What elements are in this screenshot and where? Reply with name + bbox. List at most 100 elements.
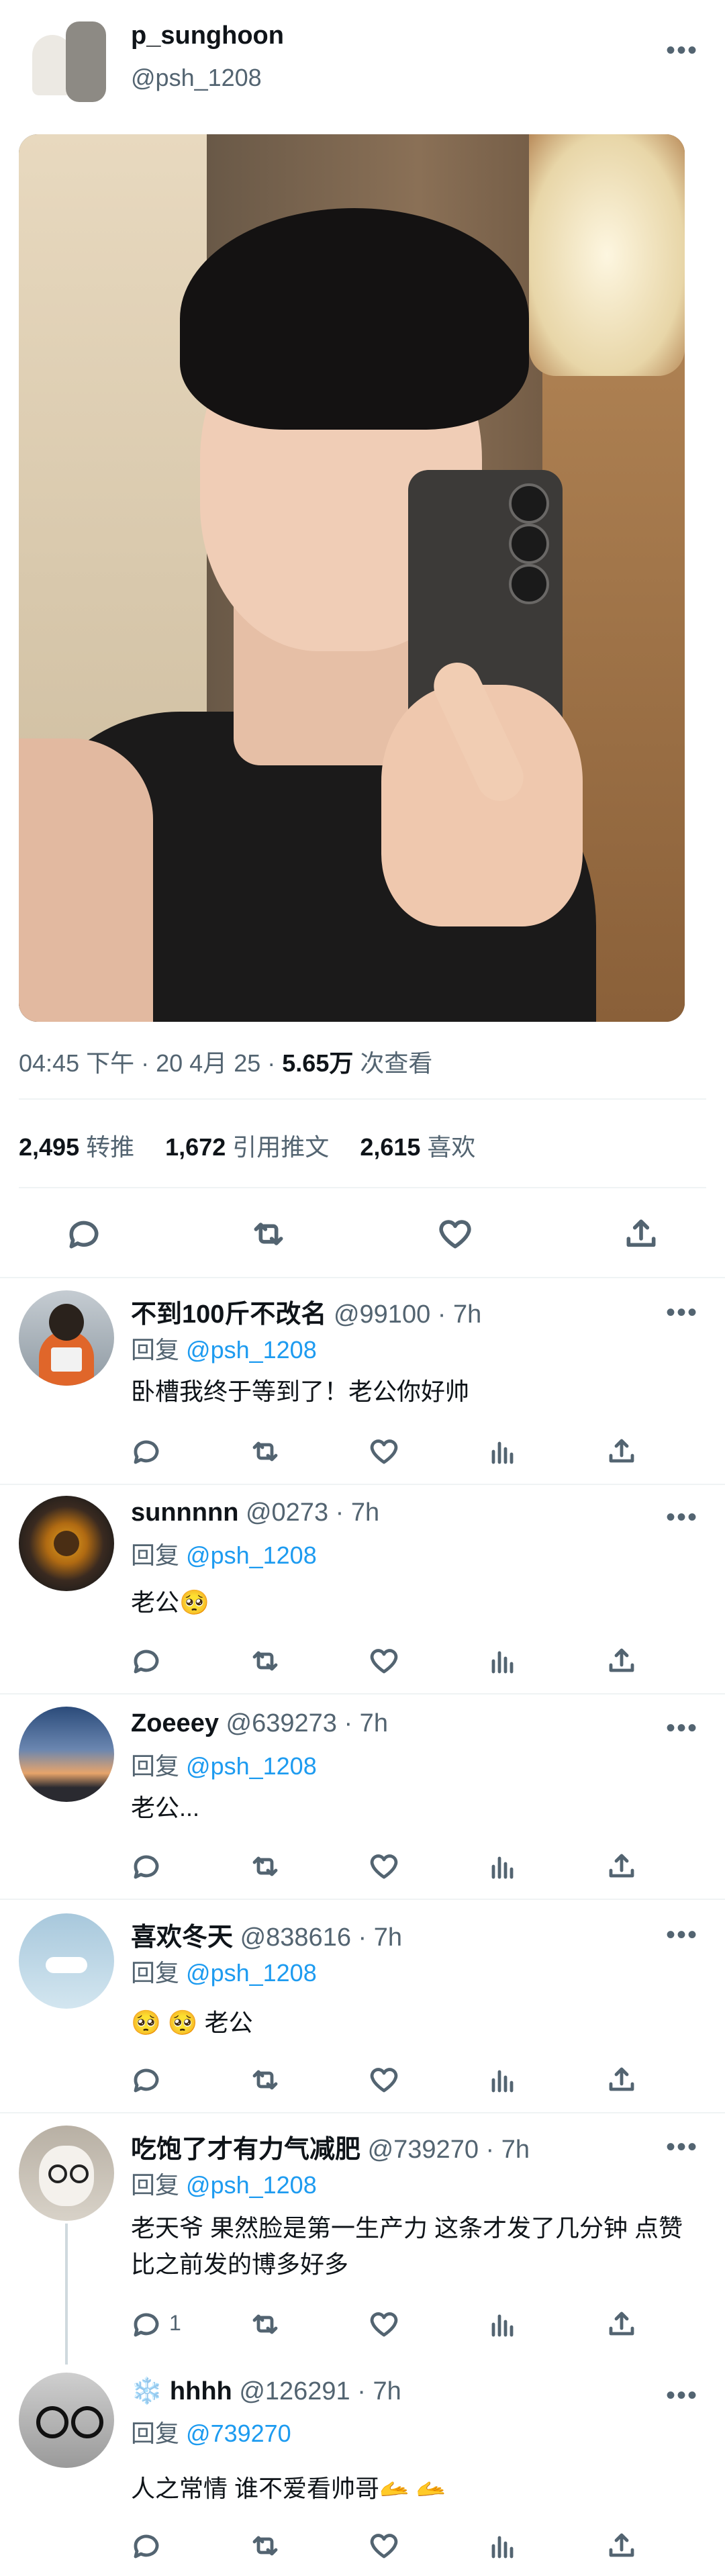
views-icon[interactable] [483,2526,523,2566]
reply-author-name[interactable]: Zoeeey [131,1709,219,1737]
quotes-stat[interactable]: 1,672 引用推文 [165,1133,336,1161]
views-icon[interactable] [483,1431,523,1472]
reply-handle[interactable]: @838616 · 7h [240,1923,402,1952]
reply-text: 🥺 🥺 老公 [131,2009,253,2036]
retweet-icon[interactable] [245,2526,285,2566]
reply-text: 老天爷 果然脸是第一生产力 这条才发了几分钟 点赞比之前发的博多好多 [131,2214,683,2278]
reply-handle[interactable]: @126291 · 7h [239,2377,401,2405]
views-icon[interactable] [483,1641,523,1681]
reply-author-name[interactable]: 吃饱了才有力气减肥 [131,2136,360,2164]
tweet-photo[interactable] [19,134,685,1022]
replying-to-handle[interactable]: @psh_1208 [186,2171,317,2199]
reply-icon[interactable] [126,2304,166,2344]
share-icon[interactable] [601,1431,642,1472]
views-icon[interactable] [483,2304,523,2344]
replying-to-label: 回复 [131,1541,180,1569]
tweet-stats: 2,495 转推 1,672 引用推文 2,615 喜欢 [19,1128,475,1163]
reply-text: 老公... [131,1794,200,1821]
reply-avatar[interactable] [19,2373,114,2468]
reply-avatar[interactable] [19,1707,114,1802]
tweet-date[interactable]: 20 4月 25 [156,1049,260,1077]
replying-to-handle[interactable]: @739270 [186,2420,291,2447]
reply-avatar[interactable] [19,1290,114,1386]
replying-to: 回复 @psh_1208 [131,1331,317,1366]
divider [0,1693,725,1695]
author-handle[interactable]: @psh_1208 [131,64,262,92]
reply-handle[interactable]: @0273 · 7h [246,1498,379,1527]
likes-count: 2,615 [360,1133,421,1161]
author-display-name[interactable]: p_sunghoon [131,21,284,50]
author-avatar[interactable] [19,15,114,110]
tweet-timestamp-row: 04:45 下午 · 20 4月 25 · 5.65万 次查看 [19,1044,432,1079]
reply-icon[interactable] [126,2060,166,2100]
more-options-icon[interactable]: ••• [666,1504,698,1531]
reply-author-name[interactable]: hhhh [170,2377,232,2405]
more-options-icon[interactable]: ••• [666,2382,698,2409]
like-icon[interactable] [364,1431,404,1472]
like-icon[interactable] [364,2060,404,2100]
reply-author-name[interactable]: 喜欢冬天 [131,1923,233,1952]
reply-header: Zoeeey @639273 · 7h [131,1709,388,1738]
retweet-icon[interactable] [245,2060,285,2100]
reply-author-name[interactable]: 不到100斤不改名 [131,1300,326,1329]
retweet-icon[interactable] [245,1431,285,1472]
thread-line [65,2224,68,2365]
views-icon[interactable] [483,1846,523,1887]
replying-to-handle[interactable]: @psh_1208 [186,1336,317,1364]
separator-dot: · [141,1049,150,1077]
reply-header: ❄️ hhhh @126291 · 7h [131,2377,401,2406]
divider [0,1899,725,1900]
reply-handle[interactable]: @739270 · 7h [368,2136,530,2164]
quotes-count: 1,672 [165,1133,226,1161]
reply-icon[interactable] [126,1846,166,1887]
like-icon[interactable] [364,1641,404,1681]
like-icon[interactable] [364,2304,404,2344]
reply-avatar[interactable] [19,2126,114,2221]
replying-to: 回复 @psh_1208 [131,1954,317,1989]
replying-to-handle[interactable]: @psh_1208 [186,1959,317,1987]
likes-stat[interactable]: 2,615 喜欢 [360,1133,475,1161]
retweets-stat[interactable]: 2,495 转推 [19,1133,141,1161]
reply-icon[interactable] [126,1431,166,1472]
share-icon[interactable] [601,1846,642,1887]
reply-icon[interactable] [126,1641,166,1681]
replying-to: 回复 @psh_1208 [131,2166,317,2201]
share-icon[interactable] [621,1214,661,1254]
retweets-label: 转推 [86,1133,135,1161]
replying-to-label: 回复 [131,1336,180,1364]
replying-to: 回复 @psh_1208 [131,1536,317,1571]
share-icon[interactable] [601,1641,642,1681]
separator-dot: · [267,1049,276,1077]
share-icon[interactable] [601,2060,642,2100]
tweet-time[interactable]: 04:45 下午 [19,1049,134,1077]
reply-avatar[interactable] [19,1913,114,2009]
reply-handle[interactable]: @639273 · 7h [226,1709,388,1737]
more-options-icon[interactable]: ••• [666,1299,698,1326]
reply-handle[interactable]: @99100 · 7h [334,1300,481,1329]
views-count: 5.65万 [282,1049,354,1077]
likes-label: 喜欢 [427,1133,476,1161]
share-icon[interactable] [601,2526,642,2566]
like-icon[interactable] [364,1846,404,1887]
like-icon[interactable] [435,1214,475,1254]
views-icon[interactable] [483,2060,523,2100]
reply-author-name[interactable]: sunnnnn [131,1498,238,1527]
replying-to: 回复 @739270 [131,2414,291,2449]
reply-icon[interactable] [126,2526,166,2566]
more-options-icon[interactable]: ••• [666,2134,698,2160]
divider [0,1277,725,1278]
like-icon[interactable] [364,2526,404,2566]
more-options-icon[interactable]: ••• [666,1921,698,1948]
replying-to-handle[interactable]: @psh_1208 [186,1541,317,1569]
replying-to-handle[interactable]: @psh_1208 [186,1752,317,1780]
retweet-icon[interactable] [245,1641,285,1681]
more-options-icon[interactable]: ••• [666,37,698,64]
more-options-icon[interactable]: ••• [666,1715,698,1742]
share-icon[interactable] [601,2304,642,2344]
retweet-icon[interactable] [245,1846,285,1887]
retweet-icon[interactable] [245,2304,285,2344]
reply-icon[interactable] [64,1214,104,1254]
reply-avatar[interactable] [19,1496,114,1591]
retweet-icon[interactable] [248,1214,289,1254]
views-label: 次查看 [360,1049,433,1077]
